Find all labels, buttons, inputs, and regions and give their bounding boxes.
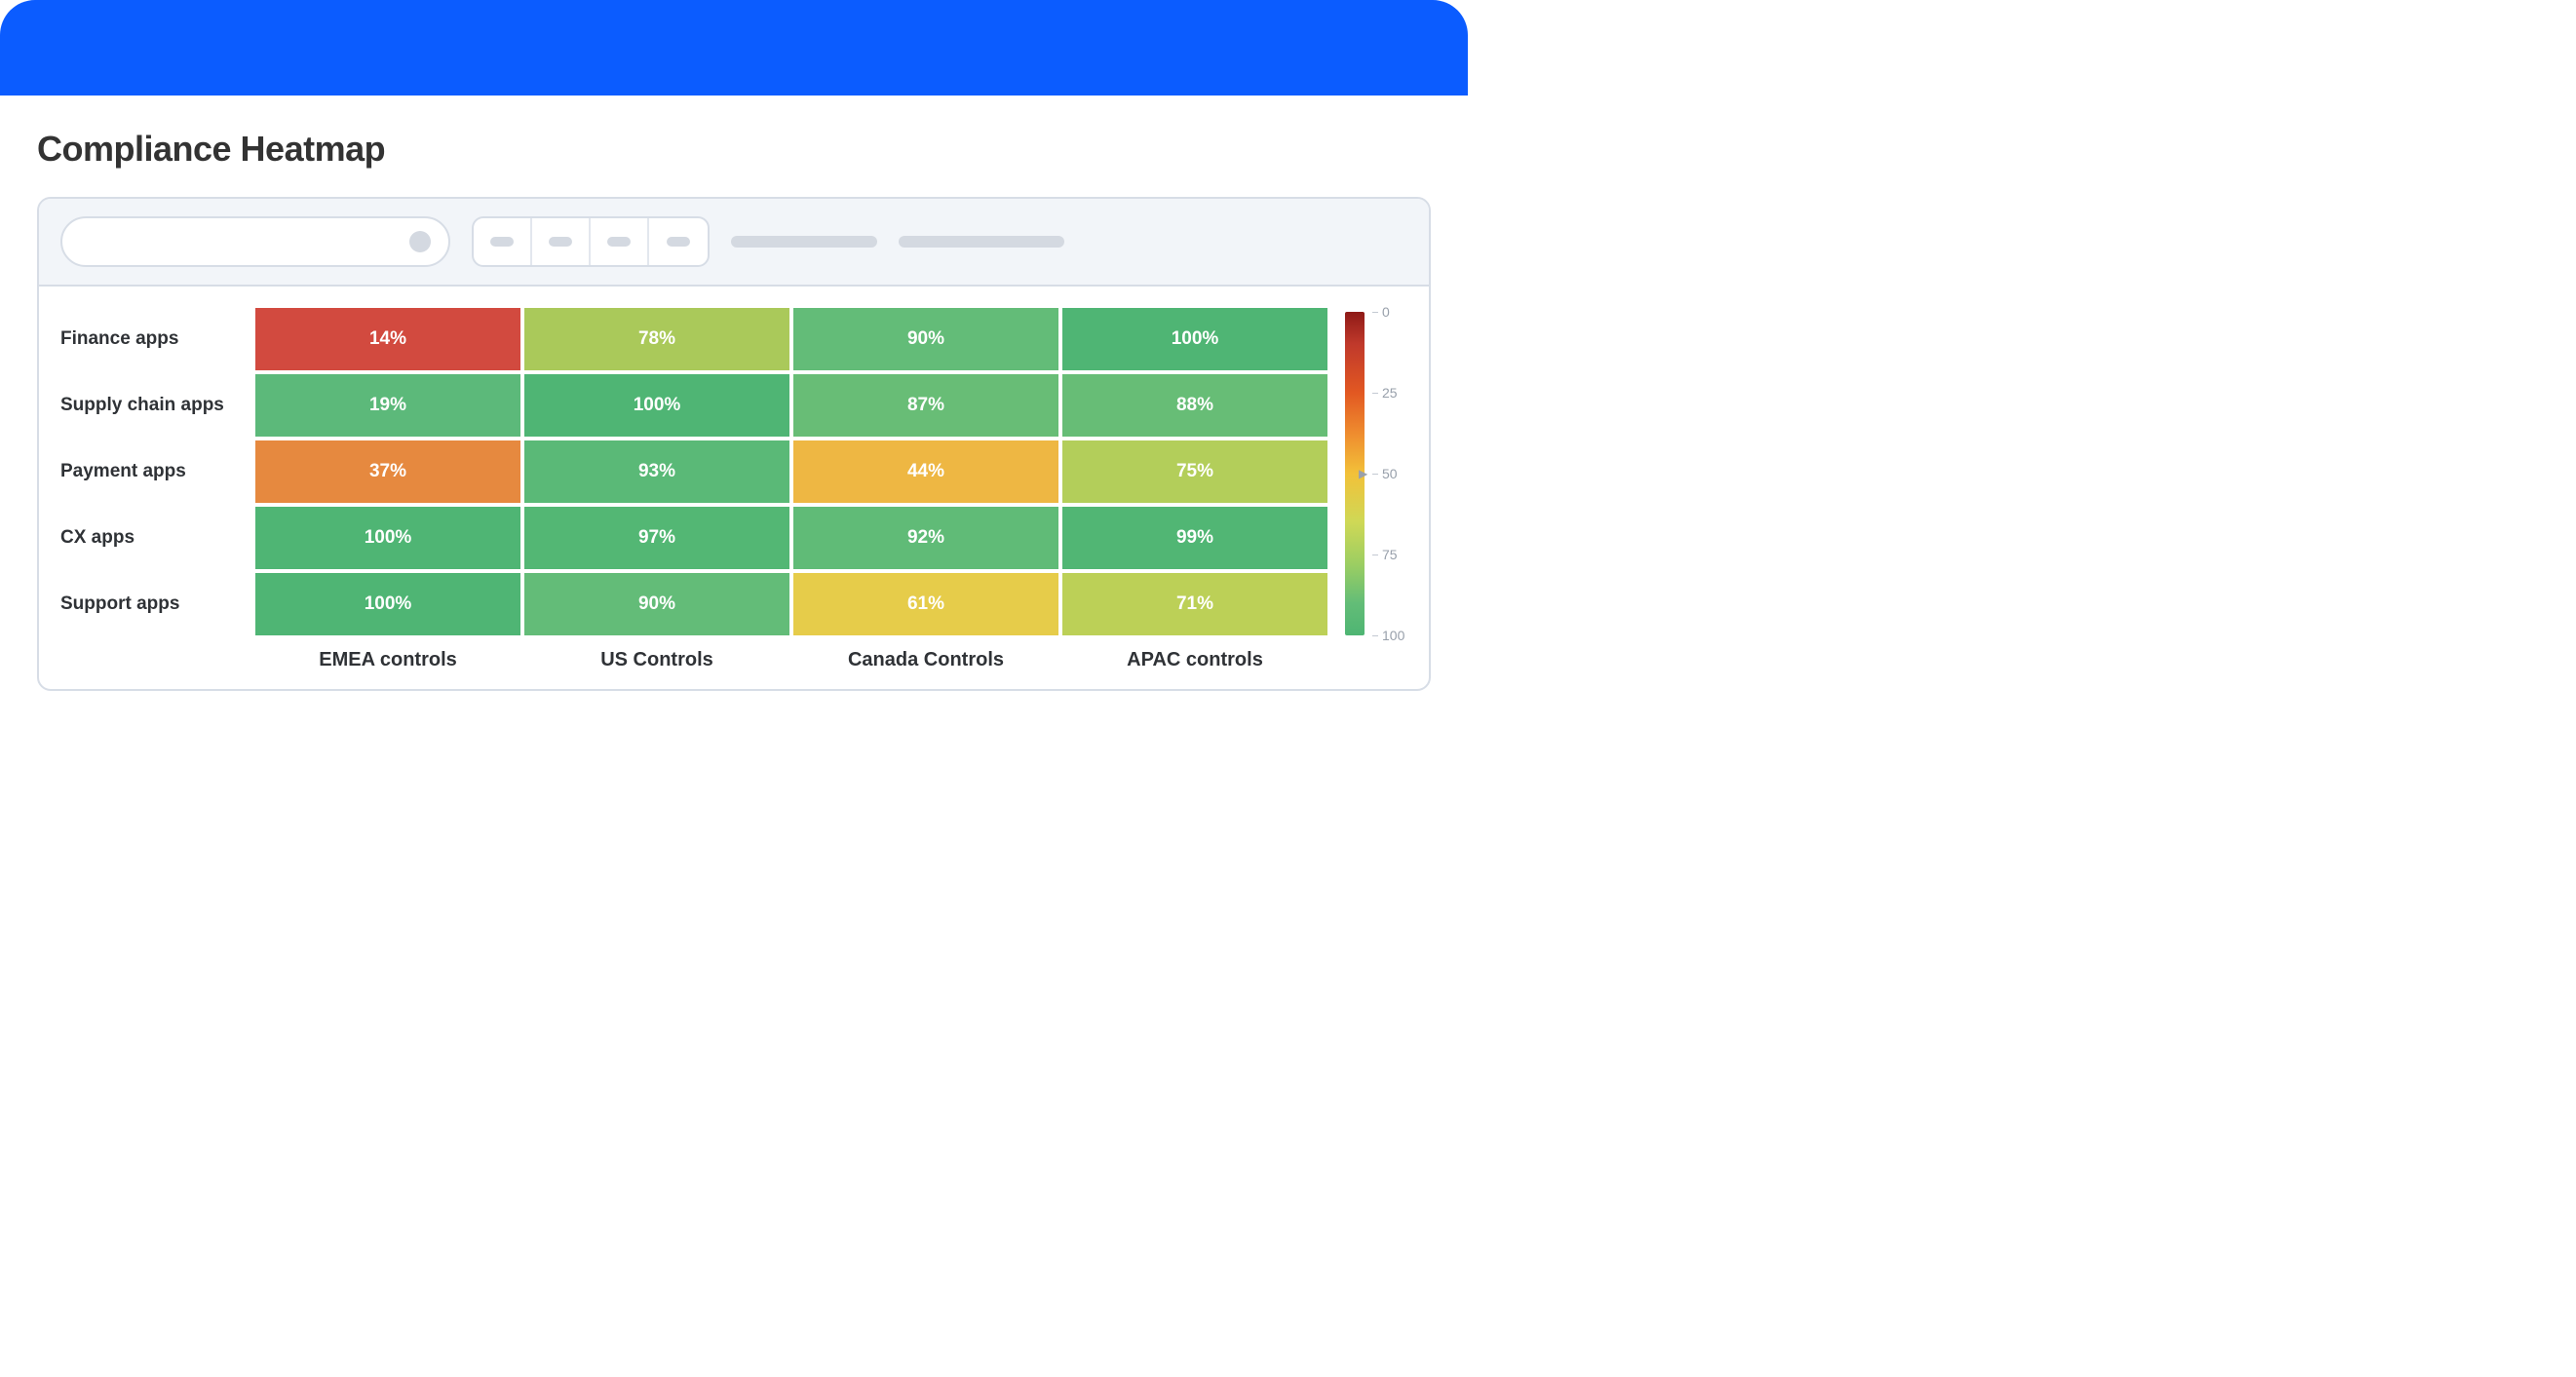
search-input[interactable] (60, 216, 450, 267)
heatmap-cell[interactable]: 90% (793, 308, 1058, 370)
toolbar-placeholder (899, 236, 1064, 248)
heatmap-cell[interactable]: 100% (524, 374, 789, 437)
heatmap-main: Finance apps14%78%90%100%Supply chain ap… (60, 308, 1327, 671)
heatmap-cell[interactable]: 92% (793, 507, 1058, 569)
heatmap-column-label: Canada Controls (793, 649, 1058, 671)
legend-tick: 25 (1372, 385, 1398, 401)
heatmap-cell[interactable]: 71% (1062, 573, 1327, 635)
heatmap-row-label: Finance apps (60, 308, 251, 370)
heatmap-cell[interactable]: 100% (255, 573, 520, 635)
heatmap-cell[interactable]: 78% (524, 308, 789, 370)
placeholder-icon (549, 237, 572, 247)
content-area: Compliance Heatmap Finance ap (0, 96, 1468, 714)
heatmap-cell[interactable]: 93% (524, 440, 789, 503)
view-toggle-group (472, 216, 710, 267)
placeholder-icon (490, 237, 514, 247)
heatmap-cell[interactable]: 100% (255, 507, 520, 569)
view-toggle-option[interactable] (591, 218, 649, 265)
view-toggle-option[interactable] (474, 218, 532, 265)
view-toggle-option[interactable] (649, 218, 708, 265)
heatmap-column-label: APAC controls (1062, 649, 1327, 671)
heatmap-row-label: CX apps (60, 507, 251, 569)
page-title: Compliance Heatmap (37, 129, 1431, 170)
heatmap-column-label: EMEA controls (255, 649, 520, 671)
heatmap-cell[interactable]: 97% (524, 507, 789, 569)
heatmap-cell[interactable]: 37% (255, 440, 520, 503)
heatmap-cell[interactable]: 90% (524, 573, 789, 635)
search-icon (409, 231, 431, 252)
heatmap-column-label: US Controls (524, 649, 789, 671)
heatmap-cell[interactable]: 61% (793, 573, 1058, 635)
heatmap-row-label: Supply chain apps (60, 374, 251, 437)
placeholder-icon (607, 237, 631, 247)
heatmap-body: Finance apps14%78%90%100%Supply chain ap… (39, 287, 1429, 689)
heatmap-column-labels: EMEA controlsUS ControlsCanada ControlsA… (60, 649, 1327, 671)
legend-tick: 75 (1372, 547, 1398, 562)
toolbar (39, 199, 1429, 287)
column-label-spacer (60, 649, 251, 671)
legend-tick: 100 (1372, 628, 1404, 643)
heatmap-cell[interactable]: 100% (1062, 308, 1327, 370)
heatmap-grid: Finance apps14%78%90%100%Supply chain ap… (60, 308, 1327, 635)
heatmap-legend: 0255075100▶ (1345, 308, 1407, 635)
heatmap-cell[interactable]: 75% (1062, 440, 1327, 503)
legend-tick: 0 (1372, 304, 1390, 320)
heatmap-row-label: Payment apps (60, 440, 251, 503)
heatmap-cell[interactable]: 88% (1062, 374, 1327, 437)
heatmap-cell[interactable]: 99% (1062, 507, 1327, 569)
heatmap-cell[interactable]: 44% (793, 440, 1058, 503)
heatmap-cell[interactable]: 87% (793, 374, 1058, 437)
legend-ticks: 0255075100▶ (1372, 312, 1407, 635)
heatmap-card: Finance apps14%78%90%100%Supply chain ap… (37, 197, 1431, 691)
placeholder-icon (667, 237, 690, 247)
header-band (0, 0, 1468, 96)
legend-tick: 50 (1372, 466, 1398, 481)
legend-pointer-icon: ▶ (1359, 468, 1367, 479)
heatmap-cell[interactable]: 19% (255, 374, 520, 437)
heatmap-row-label: Support apps (60, 573, 251, 635)
page-container: Compliance Heatmap Finance ap (0, 0, 1468, 714)
toolbar-placeholder (731, 236, 877, 248)
view-toggle-option[interactable] (532, 218, 591, 265)
heatmap-cell[interactable]: 14% (255, 308, 520, 370)
